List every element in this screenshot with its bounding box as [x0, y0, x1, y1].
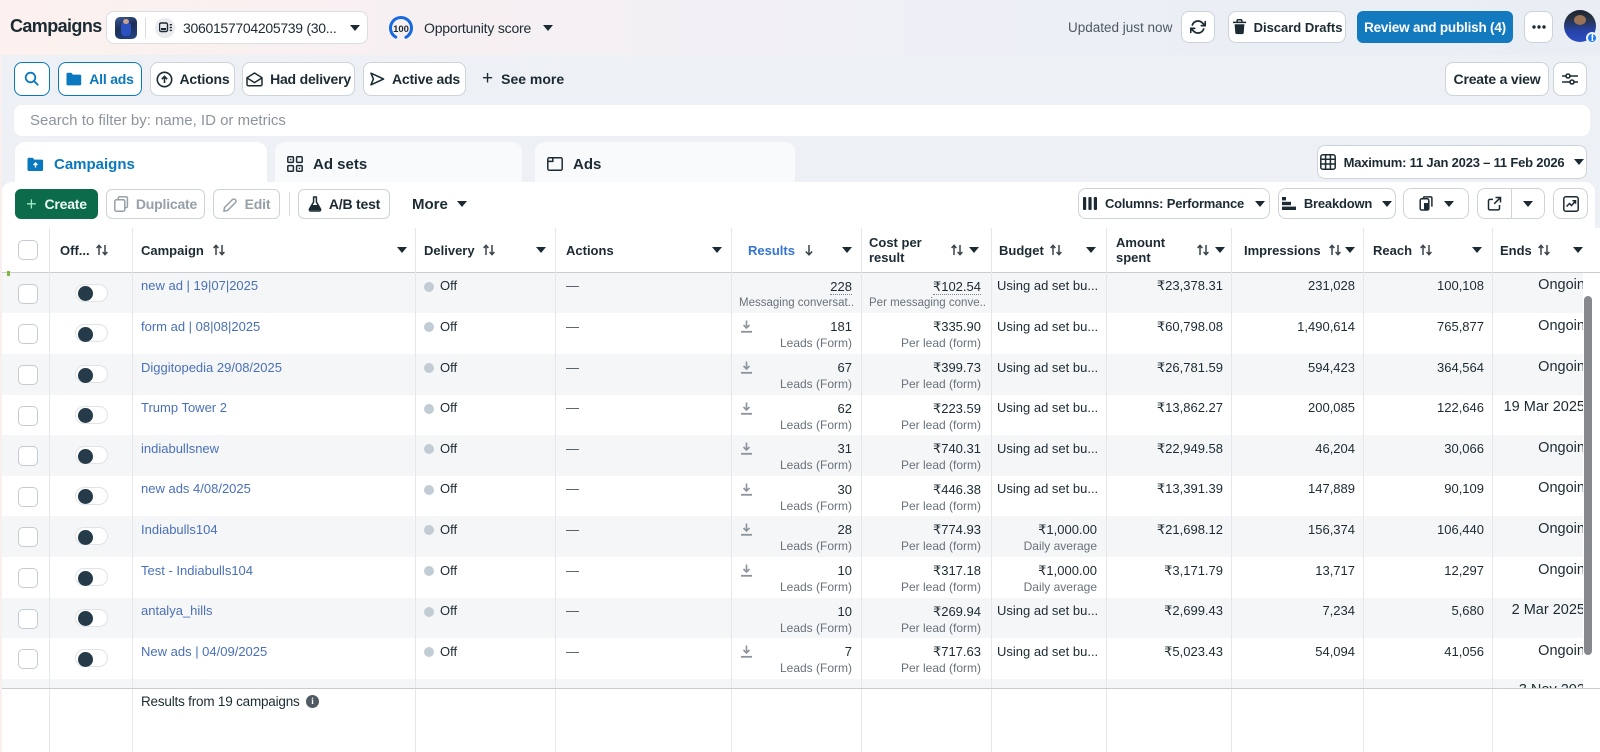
- svg-text:100: 100: [393, 24, 409, 35]
